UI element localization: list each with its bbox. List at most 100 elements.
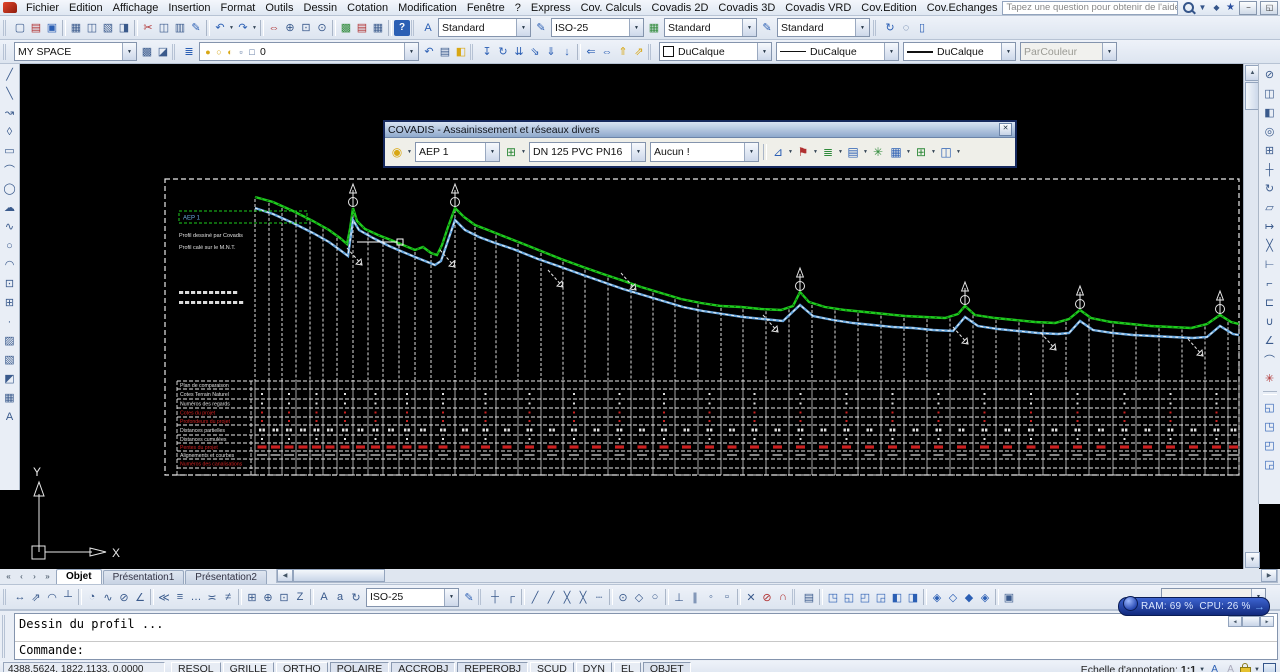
dim-text-edit-icon[interactable]: a	[332, 589, 348, 605]
view-back-icon[interactable]: ◨	[905, 589, 921, 605]
tab-présentation1[interactable]: Présentation1	[103, 570, 185, 584]
scroll-left-button[interactable]: ◀	[277, 569, 293, 582]
chamfer-icon[interactable]: ∠	[1261, 332, 1278, 349]
dim-style-combo-2[interactable]: ISO-25▼	[366, 588, 459, 607]
color-combo[interactable]: DuCalque▼	[659, 42, 772, 61]
dim-radius-icon[interactable]: ◔	[84, 589, 100, 605]
zoom-realtime-icon[interactable]: ⊕	[282, 20, 298, 36]
dim-tolerance-icon[interactable]: ⊞	[244, 589, 260, 605]
array-icon[interactable]: ⊞	[1261, 142, 1278, 159]
toolbar-grip[interactable]	[470, 44, 476, 60]
scrollbar-thumb[interactable]	[293, 569, 385, 582]
toolbar-grip[interactable]	[873, 20, 879, 36]
snap-extension-icon[interactable]: ┄	[591, 589, 607, 605]
tool-palettes-icon[interactable]: ▯	[914, 20, 930, 36]
dim-quick-icon[interactable]: ≪	[156, 589, 172, 605]
layer-delete-icon[interactable]: ⇗	[631, 44, 647, 60]
toggle-ortho[interactable]: ORTHO	[276, 662, 328, 672]
copy-icon[interactable]: ◫	[1261, 85, 1278, 102]
view-front-icon[interactable]: ◧	[889, 589, 905, 605]
covadis-pipe-combo[interactable]: DN 125 PVC PN16▼	[529, 142, 646, 162]
toggle-scud[interactable]: SCUD	[530, 662, 574, 672]
network-style-icon[interactable]: ⊞	[502, 143, 520, 161]
snap-midpoint-icon[interactable]: ╱	[543, 589, 559, 605]
make-block-icon[interactable]: ⊞	[1, 294, 18, 311]
layer-combo[interactable]: ●○◐▫□ 0▼	[199, 42, 419, 61]
paste-icon[interactable]: ▥	[172, 20, 188, 36]
profile-draw-dropdown[interactable]: ▼	[787, 149, 794, 155]
offset-icon[interactable]: ◎	[1261, 123, 1278, 140]
region-icon[interactable]: ◩	[1, 370, 18, 387]
3d-dwf-icon[interactable]: ◨	[116, 20, 132, 36]
polygon-icon[interactable]: ◊	[1, 123, 18, 140]
network-visibility-dropdown[interactable]: ▼	[406, 149, 413, 155]
annotation-scale-dropdown-icon[interactable]: ▼	[1199, 667, 1205, 672]
menu--[interactable]: ?	[510, 0, 526, 15]
layer-off-object-icon[interactable]: ↓	[559, 44, 575, 60]
linetype-combo[interactable]: DuCalque▼	[776, 42, 899, 61]
dim-break-icon[interactable]: ≠	[220, 589, 236, 605]
toolbar-grip[interactable]	[3, 589, 9, 605]
table-export-dropdown[interactable]: ▼	[862, 149, 869, 155]
workspace-settings-icon[interactable]: ▩	[139, 44, 155, 60]
layer-freeze-object-icon[interactable]: ⇓	[543, 44, 559, 60]
layer-lock-icon[interactable]: ◐	[225, 46, 235, 58]
dim-diameter-icon[interactable]: ⊘	[116, 589, 132, 605]
spline-icon[interactable]: ∿	[1, 218, 18, 235]
point-icon[interactable]: ·	[1, 313, 18, 330]
dim-jog-line-icon[interactable]: Z	[292, 589, 308, 605]
snap-nearest-icon[interactable]: ✕	[743, 589, 759, 605]
annotate-flag-dropdown[interactable]: ▼	[812, 149, 819, 155]
dim-linear-icon[interactable]: ↔	[12, 589, 28, 605]
dim-continue-icon[interactable]: …	[188, 589, 204, 605]
toggle-dyn[interactable]: DYN	[576, 662, 612, 672]
horizontal-scrollbar[interactable]: ◀ ▶	[276, 568, 1278, 583]
vertical-scrollbar[interactable]: ▲ ▼	[1243, 64, 1259, 569]
camera-icon[interactable]: ▣	[1001, 589, 1017, 605]
tab-previous-icon[interactable]: ‹	[15, 571, 28, 583]
menu-edition[interactable]: Edition	[64, 0, 108, 15]
menu-format[interactable]: Format	[216, 0, 261, 15]
help-icon[interactable]: ?	[394, 20, 410, 36]
sheet-set-manager-icon[interactable]: ▩	[338, 20, 354, 36]
dim-style-combo[interactable]: ISO-25▼	[551, 18, 644, 37]
toggle-reperobj[interactable]: REPEROBJ	[457, 662, 528, 672]
snap-endpoint-icon[interactable]: ╱	[527, 589, 543, 605]
dim-center-mark-icon[interactable]: ⊕	[260, 589, 276, 605]
coordinates-display[interactable]: 4388.5624, 1822.1133, 0.0000	[3, 662, 165, 672]
ellipse-icon[interactable]: ○	[1, 237, 18, 254]
annotation-autoscale-icon[interactable]: A	[1224, 663, 1237, 672]
layer-plot-icon[interactable]: ▫	[236, 46, 246, 58]
menu-dessin[interactable]: Dessin	[299, 0, 343, 15]
dim-space-icon[interactable]: ≍	[204, 589, 220, 605]
clean-screen-icon[interactable]	[1263, 663, 1276, 672]
dim-edit-icon[interactable]: A	[316, 589, 332, 605]
publish-icon[interactable]: ▧	[100, 20, 116, 36]
lineweight-combo[interactable]: DuCalque▼	[903, 42, 1016, 61]
network-style-dropdown[interactable]: ▼	[520, 149, 527, 155]
menu-cov-calculs[interactable]: Cov. Calculs	[576, 0, 647, 15]
view-se-iso-icon[interactable]: ◇	[945, 589, 961, 605]
menu-affichage[interactable]: Affichage	[108, 0, 164, 15]
dim-baseline-icon[interactable]: ≡	[172, 589, 188, 605]
insert-block-icon[interactable]: ⊡	[1, 275, 18, 292]
search-icon[interactable]	[1183, 2, 1194, 13]
draworder-front-icon[interactable]: ◱	[1261, 399, 1278, 416]
lock-icon[interactable]	[1240, 667, 1251, 672]
markup-set-manager-icon[interactable]: ▤	[354, 20, 370, 36]
view-right-icon[interactable]: ◲	[873, 589, 889, 605]
tab-présentation2[interactable]: Présentation2	[185, 570, 267, 584]
annotate-flag-icon[interactable]: ⚑	[794, 143, 812, 161]
zoom-window-icon[interactable]: ⊡	[298, 20, 314, 36]
command-scrollbar[interactable]: ◀▶	[1228, 616, 1274, 627]
drawing-canvas[interactable]: Plan de comparaisonCotes Terrain Naturel…	[0, 64, 1280, 569]
pan-icon[interactable]: ⇔	[266, 20, 282, 36]
snap-insert-icon[interactable]: ▫	[719, 589, 735, 605]
fillet-icon[interactable]: ⌒	[1261, 351, 1278, 368]
join-icon[interactable]: ∪	[1261, 313, 1278, 330]
layer-lock-object-icon[interactable]: ⇐	[583, 44, 599, 60]
gradient-icon[interactable]: ▧	[1, 351, 18, 368]
scroll-down-button[interactable]: ▼	[1245, 552, 1260, 568]
listing-dropdown[interactable]: ▼	[837, 149, 844, 155]
mleader-style-combo[interactable]: Standard▼	[777, 18, 870, 37]
